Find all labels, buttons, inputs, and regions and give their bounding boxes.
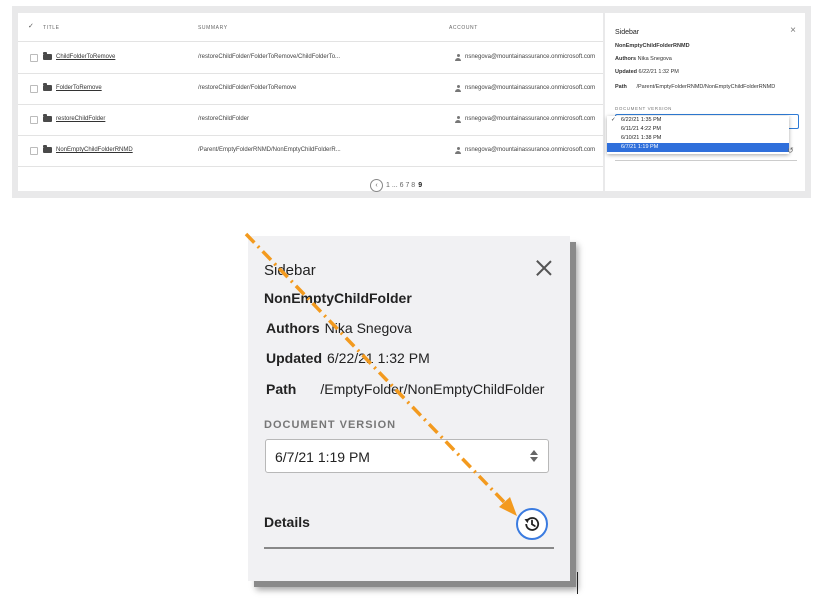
callout-arrow-line (244, 232, 507, 505)
callout-arrow (244, 232, 517, 516)
